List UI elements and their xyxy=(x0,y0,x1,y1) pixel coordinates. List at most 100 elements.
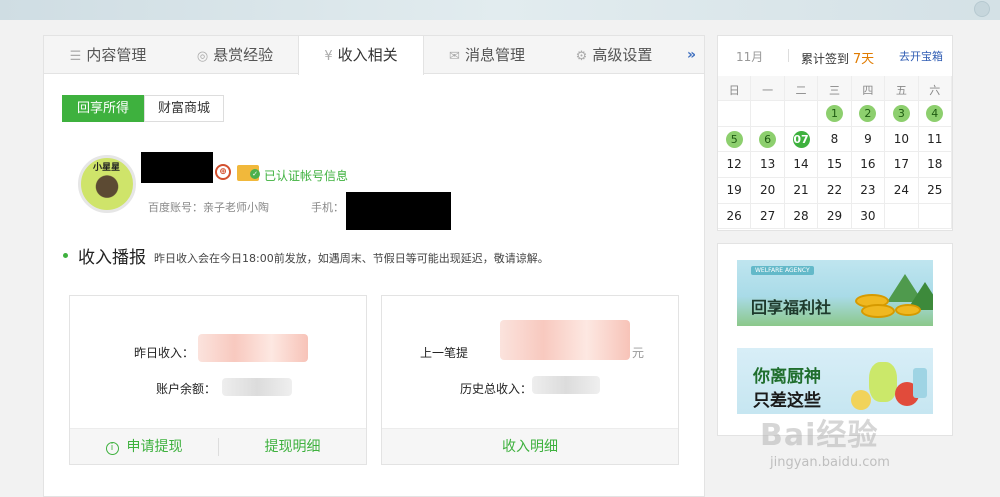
main-panel: ☰ 内容管理 ◎ 悬赏经验 ¥ 收入相关 ✉ 消息管理 ⚙ 高级设置 » 回享所得 财富商… xyxy=(43,35,705,497)
calendar-day[interactable]: 12 xyxy=(718,152,752,179)
certified-account-link[interactable]: 已认证帐号信息 xyxy=(264,167,348,184)
calendar-day[interactable]: 11 xyxy=(918,126,952,153)
calendar-empty-cell xyxy=(718,101,752,127)
avatar[interactable]: 小星星 xyxy=(78,155,136,213)
weekday-label: 日 xyxy=(718,76,752,101)
calendar-day-number: 11 xyxy=(927,131,943,146)
calendar-day[interactable]: 8 xyxy=(818,126,852,153)
income-detail-link[interactable]: 收入明细 xyxy=(382,429,678,465)
income-broadcast-title: 收入播报 xyxy=(78,248,146,268)
calendar-day[interactable]: 07 xyxy=(784,126,819,153)
welfare-agency-banner[interactable]: WELFARE AGENCY 回享福利社 xyxy=(737,260,933,326)
calendar-day[interactable]: 13 xyxy=(751,152,785,179)
calendar-day[interactable]: 9 xyxy=(851,126,886,153)
calendar-day-number: 13 xyxy=(759,157,776,172)
calendar-day[interactable]: 29 xyxy=(818,203,852,230)
ad-panel: WELFARE AGENCY 回享福利社 你离厨神 只差这些 xyxy=(717,243,953,436)
calendar-day[interactable]: 19 xyxy=(718,178,752,204)
card1-footer: i 申请提现 提现明细 xyxy=(70,428,366,464)
calendar-day[interactable]: 23 xyxy=(851,178,886,204)
weekday-label: 四 xyxy=(851,76,886,101)
tab-advanced-settings[interactable]: ⚙ 高级设置 xyxy=(550,36,678,74)
calendar-week-row: 26 27 28 29 30 xyxy=(718,203,952,230)
calendar-day[interactable]: 26 xyxy=(718,203,752,230)
tab-message-management[interactable]: ✉ 消息管理 xyxy=(424,36,550,74)
chef-banner[interactable]: 你离厨神 只差这些 xyxy=(737,348,933,414)
signed-days-summary: 累计签到 7天 xyxy=(801,48,874,67)
calendar-day-number: 18 xyxy=(927,157,943,172)
blurred-history-total xyxy=(532,376,600,394)
weekday-text: 日 xyxy=(728,84,740,97)
calendar-day[interactable]: 6 xyxy=(751,126,785,153)
weekday-text: 四 xyxy=(862,84,874,97)
calendar-day-number: 07 xyxy=(792,130,810,148)
weekday-label: 三 xyxy=(818,76,852,101)
sign-in-calendar: 11月 累计签到 7天 去开宝箱 日一二三四五六 1 2 3 4 5 6 07 8 9 10 11 12… xyxy=(717,35,953,231)
weekday-label: 六 xyxy=(918,76,952,101)
history-total-label: 历史总收入： xyxy=(460,382,533,396)
calendar-day[interactable]: 27 xyxy=(751,203,785,230)
calendar-day[interactable]: 5 xyxy=(718,126,752,153)
calendar-day[interactable]: 17 xyxy=(885,152,919,179)
calendar-week-row: 19 20 21 22 23 24 25 xyxy=(718,178,952,204)
window-button-icon[interactable] xyxy=(974,1,990,17)
weekday-text: 三 xyxy=(828,84,840,97)
calendar-day[interactable]: 20 xyxy=(751,178,785,204)
coin-stack-icon xyxy=(861,304,895,318)
open-treasure-box-link[interactable]: 去开宝箱 xyxy=(899,48,943,64)
weekday-row: 日一二三四五六 xyxy=(718,76,952,101)
calendar-day[interactable]: 30 xyxy=(851,203,886,230)
tab-content-management[interactable]: ☰ 内容管理 xyxy=(44,36,172,74)
calendar-day[interactable]: 15 xyxy=(818,152,852,179)
calendar-day-number: 15 xyxy=(826,157,843,172)
calendar-day[interactable]: 16 xyxy=(851,152,886,179)
withdraw-detail-link[interactable]: 提现明细 xyxy=(219,429,366,465)
calendar-month: 11月 xyxy=(736,50,764,64)
calendar-day[interactable]: 1 xyxy=(818,101,852,127)
calendar-day[interactable]: 18 xyxy=(918,152,952,179)
calendar-day[interactable]: 24 xyxy=(885,178,919,204)
subtab-wealth-mall[interactable]: 财富商城 xyxy=(144,95,224,122)
calendar-empty-cell xyxy=(918,203,952,230)
blurred-last-withdraw xyxy=(500,320,630,360)
subtab-share-income[interactable]: 回享所得 xyxy=(62,95,144,122)
weekday-label: 五 xyxy=(885,76,919,101)
weekday-label: 二 xyxy=(784,76,819,101)
calendar-day-number: 19 xyxy=(726,183,742,198)
welfare-agency-title: 回享福利社 xyxy=(751,298,832,317)
tab-bar: ☰ 内容管理 ◎ 悬赏经验 ¥ 收入相关 ✉ 消息管理 ⚙ 高级设置 » xyxy=(44,36,704,75)
calendar-day[interactable]: 28 xyxy=(784,203,819,230)
badge-icon: ⊕ xyxy=(215,164,231,180)
tabs-more-icon[interactable]: » xyxy=(687,36,696,74)
calendar-day-number: 6 xyxy=(759,130,777,148)
signed-prefix: 累计签到 xyxy=(801,52,850,66)
calendar-day-number: 21 xyxy=(793,183,809,198)
calendar-day-number: 28 xyxy=(793,208,809,223)
apply-withdraw-button[interactable]: i 申请提现 xyxy=(70,429,218,465)
calendar-day[interactable]: 22 xyxy=(818,178,852,204)
yen-icon: ¥ xyxy=(324,49,333,64)
calendar-day-number: 23 xyxy=(860,183,876,198)
calendar-day[interactable]: 21 xyxy=(784,178,819,204)
calendar-day[interactable]: 4 xyxy=(918,101,952,127)
balance-label: 账户余额： xyxy=(156,382,217,396)
calendar-day-number: 26 xyxy=(726,208,742,223)
calendar-header: 11月 累计签到 7天 去开宝箱 xyxy=(718,36,952,76)
baidu-watermark: Bai经验 xyxy=(760,418,879,453)
calendar-day[interactable]: 10 xyxy=(885,126,919,153)
redacted-username xyxy=(141,152,213,183)
bottle-icon xyxy=(913,368,927,398)
calendar-day[interactable]: 14 xyxy=(784,152,819,179)
calendar-day-number: 8 xyxy=(830,131,839,146)
calendar-day[interactable]: 3 xyxy=(885,101,919,127)
phone-label: 手机： xyxy=(311,201,344,214)
redacted-phone xyxy=(346,192,451,230)
calendar-day-number: 12 xyxy=(726,157,742,172)
calendar-empty-cell xyxy=(751,101,785,127)
calendar-day-number: 1 xyxy=(825,105,843,122)
tab-reward-experience[interactable]: ◎ 悬赏经验 xyxy=(172,36,298,74)
calendar-day[interactable]: 2 xyxy=(851,101,886,127)
calendar-day[interactable]: 25 xyxy=(918,178,952,204)
tab-income[interactable]: ¥ 收入相关 xyxy=(298,36,424,75)
welfare-agency-tag: WELFARE AGENCY xyxy=(751,266,814,275)
